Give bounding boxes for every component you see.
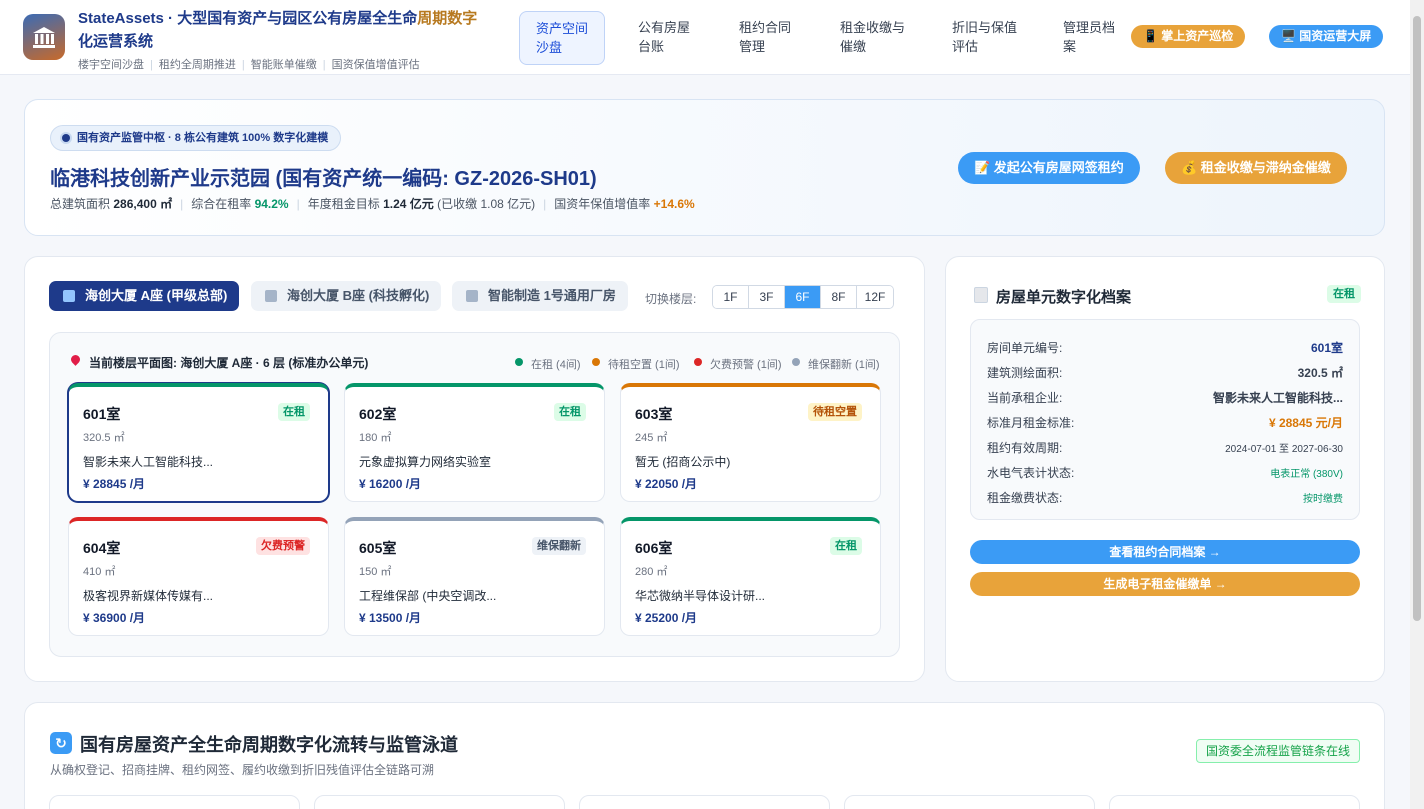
room-rent: ¥ 13500 /月	[359, 611, 422, 625]
room-area: 245 ㎡	[635, 432, 668, 444]
supervision-tag: 国有资产监管中枢 · 8 栋公有建筑 100% 数字化建模	[50, 125, 342, 151]
view-contract-button[interactable]: 查看租约合同档案 →	[970, 540, 1360, 564]
legend-maintenance: 维保翻新 (1间)	[792, 356, 880, 372]
nav-asset-sandbox[interactable]: 资产空间 沙盘	[519, 11, 606, 65]
rent-collect-button[interactable]: 💰 租金收缴与滞纳金催缴	[1165, 152, 1347, 184]
generate-bill-button[interactable]: 生成电子租金催缴单 →	[970, 572, 1360, 596]
lane-stage-4	[844, 795, 1095, 809]
nav-rent-collection[interactable]: 租金收缴与 催缴	[824, 11, 921, 65]
floor-1f[interactable]: 1F	[713, 286, 749, 308]
room-status-badge: 维保翻新	[532, 537, 586, 555]
refresh-icon: ↻	[50, 732, 72, 754]
park-hero-card: 国有资产监管中枢 · 8 栋公有建筑 100% 数字化建模 临港科技创新产业示范…	[24, 99, 1385, 236]
room-number: 606室	[635, 540, 673, 556]
building-icon	[63, 290, 75, 302]
room-rent: ¥ 22050 /月	[635, 477, 698, 491]
document-icon	[974, 287, 988, 303]
room-status-badge: 在租	[278, 403, 310, 421]
park-stats: 总建筑面积 286,400 ㎡ | 综合在租率 94.2% | 年度租金目标 1.24 …	[50, 197, 695, 211]
lifecycle-title: 国有房屋资产全生命周期数字化流转与监管泳道	[80, 735, 458, 755]
room-status-badge: 欠费预警	[256, 537, 310, 555]
room-area: 150 ㎡	[359, 566, 392, 578]
room-card-606[interactable]: 606室 在租 280 ㎡ 华芯微纳半导体设计研... ¥ 25200 /月	[620, 517, 881, 636]
room-tenant: 华芯微纳半导体设计研...	[635, 589, 766, 603]
room-area: 410 ㎡	[83, 566, 116, 578]
room-rent: ¥ 25200 /月	[635, 611, 698, 625]
lane-stage-3	[579, 795, 830, 809]
room-card-604[interactable]: 604室 欠费预警 410 ㎡ 极客视界新媒体传媒有... ¥ 36900 /月	[68, 517, 329, 636]
info-row-area: 建筑测绘面积: 320.5 ㎡	[987, 366, 1343, 380]
room-number: 602室	[359, 406, 397, 422]
room-tenant: 暂无 (招商公示中)	[635, 455, 731, 469]
legend-arrears: 欠费预警 (1间)	[694, 356, 782, 372]
page-scrollbar[interactable]	[1410, 0, 1424, 809]
nav-admin-profile[interactable]: 管理员档案	[1047, 11, 1131, 65]
brand-title: StateAssets · 大型国有资产与园区公有房屋全生命周期数字 化运营系统	[78, 10, 478, 50]
room-number: 604室	[83, 540, 121, 556]
unit-archive-title: 房屋单元数字化档案	[996, 289, 1132, 306]
info-row-meter: 水电气表计状态: 电表正常 (380V)	[987, 466, 1343, 480]
floor-12f[interactable]: 12F	[857, 286, 893, 308]
room-tenant: 极客视界新媒体传媒有...	[83, 589, 214, 603]
room-status-badge: 在租	[830, 537, 862, 555]
mobile-patrol-button[interactable]: 📱 掌上资产巡检	[1131, 25, 1246, 48]
room-number: 601室	[83, 406, 121, 422]
room-area: 280 ㎡	[635, 566, 668, 578]
room-tenant: 元象虚拟算力网络实验室	[359, 455, 492, 469]
building-icon	[265, 290, 277, 302]
lane-stage-1	[49, 795, 300, 809]
lifecycle-subtitle: 从确权登记、招商挂牌、租约网签、履约收缴到折旧残值评估全链路可溯	[50, 763, 435, 777]
lane-stage-5	[1109, 795, 1360, 809]
room-card-605[interactable]: 605室 维保翻新 150 ㎡ 工程维保部 (中央空调改... ¥ 13500 …	[344, 517, 605, 636]
unit-status-badge: 在租	[1327, 285, 1361, 303]
floor-8f[interactable]: 8F	[821, 286, 857, 308]
info-row-lease-period: 租约有效周期: 2024-07-01 至 2027-06-30	[987, 441, 1343, 455]
brand-subtitle: 楼宇空间沙盘 | 租约全周期推进 | 智能账单催缴 | 国资保值增值评估	[78, 59, 420, 71]
room-number: 603室	[635, 406, 673, 422]
floor-switcher: 1F 3F 6F 8F 12F	[712, 285, 894, 309]
room-card-603[interactable]: 603室 待租空置 245 ㎡ 暂无 (招商公示中) ¥ 22050 /月	[620, 383, 881, 502]
nav-lease-contracts[interactable]: 租约合同 管理	[723, 11, 807, 65]
building-icon	[466, 290, 478, 302]
building-tab-factory[interactable]: 智能制造 1号通用厂房	[452, 281, 628, 311]
room-rent: ¥ 36900 /月	[83, 611, 146, 625]
info-row-tenant: 当前承租企业: 智影未来人工智能科技...	[987, 391, 1343, 405]
floor-6f[interactable]: 6F	[785, 286, 821, 308]
info-row-unit-no: 房间单元编号: 601室	[987, 341, 1343, 355]
info-row-payment: 租金缴费状态: 按时缴费	[987, 491, 1343, 505]
lane-stage-2	[314, 795, 565, 809]
info-row-rent: 标准月租金标准: ¥ 28845 元/月	[987, 416, 1343, 430]
building-tab-b[interactable]: 海创大厦 B座 (科技孵化)	[251, 281, 442, 311]
ops-screen-button[interactable]: 🖥️ 国资运营大屏	[1269, 25, 1384, 48]
room-card-601[interactable]: 601室 在租 320.5 ㎡ 智影未来人工智能科技... ¥ 28845 /月	[68, 383, 329, 502]
scrollbar-thumb[interactable]	[1413, 16, 1421, 621]
room-card-602[interactable]: 602室 在租 180 ㎡ 元象虚拟算力网络实验室 ¥ 16200 /月	[344, 383, 605, 502]
supervision-online-badge: 国资委全流程监管链条在线	[1196, 739, 1361, 763]
floor-switch-label: 切换楼层:	[645, 292, 697, 306]
room-area: 180 ㎡	[359, 432, 392, 444]
room-number: 605室	[359, 540, 397, 556]
bank-logo-icon	[23, 14, 65, 60]
room-tenant: 智影未来人工智能科技...	[83, 455, 214, 469]
room-rent: ¥ 28845 /月	[83, 477, 146, 491]
sign-lease-button[interactable]: 📝 发起公有房屋网签租约	[958, 152, 1140, 184]
room-status-badge: 在租	[554, 403, 586, 421]
room-status-badge: 待租空置	[808, 403, 862, 421]
map-pin-icon	[69, 353, 82, 366]
floor-plan-title: 当前楼层平面图: 海创大厦 A座 · 6 层 (标准办公单元)	[69, 353, 368, 371]
status-dot-icon	[62, 134, 70, 142]
park-title: 临港科技创新产业示范园 (国有资产统一编码: GZ-2026-SH01)	[50, 168, 597, 190]
legend-leased: 在租 (4间)	[515, 356, 581, 372]
room-area: 320.5 ㎡	[83, 432, 125, 444]
room-rent: ¥ 16200 /月	[359, 477, 422, 491]
room-tenant: 工程维保部 (中央空调改...	[359, 589, 497, 603]
nav-housing-ledger[interactable]: 公有房屋 台账	[622, 11, 706, 65]
floor-3f[interactable]: 3F	[749, 286, 785, 308]
building-tab-a[interactable]: 海创大厦 A座 (甲级总部)	[49, 281, 240, 311]
nav-depreciation[interactable]: 折旧与保值 评估	[936, 11, 1033, 65]
legend-vacant: 待租空置 (1间)	[592, 356, 680, 372]
